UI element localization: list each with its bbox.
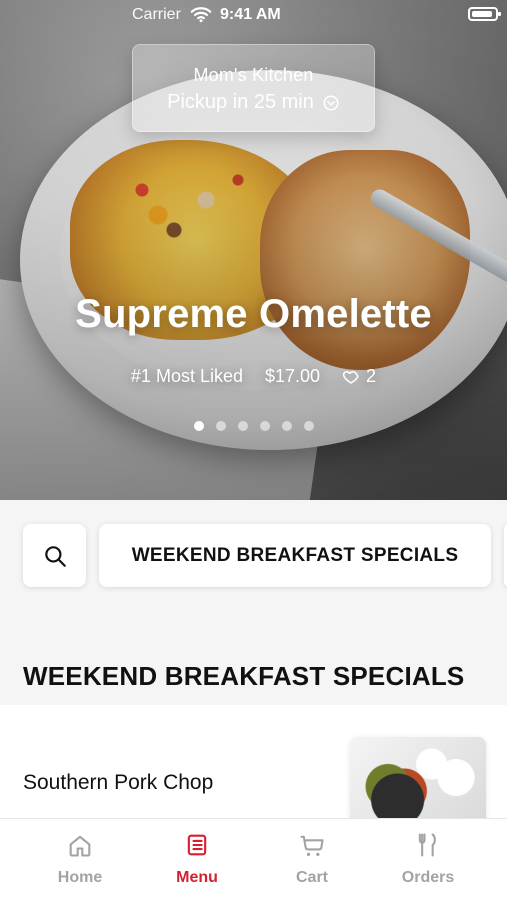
menu-item-name: Southern Pork Chop [23,771,214,794]
store-name: Mom's Kitchen [193,65,314,85]
category-pill-label: WEEKEND BREAKFAST SPECIALS [131,544,459,566]
pickup-card[interactable]: Mom's Kitchen Pickup in 25 min [132,44,375,132]
heart-icon [342,370,359,384]
carousel-dot-3[interactable] [237,421,248,431]
menu-item-card[interactable]: Southern Pork Chop [0,705,507,827]
tab-label-menu: Menu [176,869,218,886]
chevron-down-icon [323,95,339,110]
menu-content: WEEKEND BREAKFAST SPECIALS WEEKEND BREAK… [0,500,507,827]
battery-icon [468,7,501,21]
search-button[interactable] [23,524,86,587]
home-icon [69,835,91,857]
hero-title: Supreme Omelette [75,292,432,336]
cart-icon [300,835,324,856]
menu-icon [187,834,207,856]
tab-orders[interactable]: Orders [365,831,491,900]
pickup-text: Pickup in 25 min [167,91,314,113]
wifi-icon [190,7,212,23]
section-title: WEEKEND BREAKFAST SPECIALS [23,661,465,691]
tab-home[interactable]: Home [17,831,143,900]
price-text: $17.00 [264,366,321,386]
carousel-dot-2[interactable] [215,421,226,431]
status-bar: Carrier 9:41 AM [0,0,507,30]
likes-count: 2 [366,366,377,386]
time-label: 9:41 AM [220,6,281,23]
hero-meta-row: #1 Most Liked $17.00 2 [131,366,376,387]
tab-label-cart: Cart [295,869,328,886]
carrier-label: Carrier [132,6,181,23]
carousel-dot-5[interactable] [281,421,292,431]
category-pill-selected[interactable]: WEEKEND BREAKFAST SPECIALS [99,524,491,587]
tab-label-home: Home [57,869,103,886]
search-icon [44,545,66,567]
pickup-time: Pickup in 25 min [133,91,374,114]
carousel-dot-6[interactable] [303,421,314,431]
hero-meta: #1 Most Liked $17.00 2 [0,366,507,387]
menu-item-image [350,737,486,827]
tab-bar: Home Menu Cart Orders [0,818,507,900]
likes[interactable]: 2 [342,366,376,387]
carousel-dots[interactable] [0,421,507,431]
pickup-line: Pickup in 25 min [167,91,340,114]
hero-banner[interactable]: Carrier 9:41 AM Mom's Kitchen Pickup in … [0,0,507,500]
tab-label-orders: Orders [401,869,455,886]
tab-menu[interactable]: Menu [134,831,260,900]
carousel-dot-4[interactable] [259,421,270,431]
orders-icon [418,833,436,857]
rank-text: #1 Most Liked [130,366,243,386]
carousel-dot-1[interactable] [193,421,204,431]
tab-cart[interactable]: Cart [249,831,375,900]
